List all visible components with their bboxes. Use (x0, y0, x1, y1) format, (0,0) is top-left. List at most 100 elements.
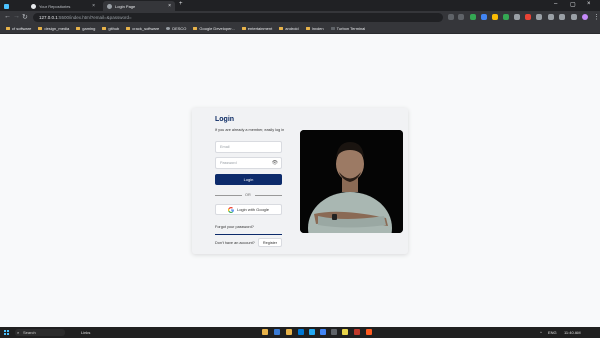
folder-icon (126, 27, 131, 30)
forgot-password-link[interactable]: Forgot your password? (215, 225, 254, 229)
google-login-label: Login with Google (236, 207, 270, 212)
vscode-icon[interactable] (309, 329, 315, 335)
address-path: :5500/index.html?email=&password= (57, 15, 132, 20)
terminal-icon (330, 27, 335, 30)
taskbar-widget-label[interactable]: Links (81, 330, 90, 335)
password-field[interactable]: Password 👁 (215, 157, 282, 169)
menu-icon[interactable]: ⋮ (593, 13, 600, 21)
start-button[interactable] (4, 330, 9, 335)
profile-photo (300, 130, 403, 233)
login-card: Login If you are already a member, easil… (192, 108, 408, 254)
register-button[interactable]: Register (258, 238, 282, 247)
folder-icon (241, 27, 246, 30)
tray-chevron-icon[interactable]: ^ (540, 330, 542, 335)
back-icon[interactable]: ← (4, 13, 11, 20)
app-icon (4, 3, 9, 9)
or-divider: OR (215, 193, 282, 197)
bookmark-item[interactable]: Turbon Terminal (330, 26, 365, 31)
minimize-icon[interactable]: – (554, 1, 557, 7)
brave-icon[interactable] (366, 329, 372, 335)
window-close-icon[interactable]: × (587, 1, 591, 7)
divider-line (255, 195, 282, 196)
taskbar-search-placeholder: Search (23, 330, 36, 335)
bookmark-item[interactable]: android (279, 26, 299, 31)
windows-taskbar: ⌕ Search Links ^ ENG 11:40 AM (0, 327, 600, 338)
file-explorer-icon[interactable] (262, 329, 268, 335)
extension-icon[interactable] (481, 14, 487, 20)
address-host: 127.0.0.1 (39, 15, 58, 20)
tab-repositories[interactable]: Your Repositories × (27, 1, 99, 11)
extension-icon[interactable] (536, 14, 542, 20)
forward-icon[interactable]: → (13, 13, 20, 20)
bookmark-item[interactable]: gaming (76, 26, 95, 31)
folder-icon[interactable] (286, 329, 292, 335)
login-button[interactable]: Login (215, 174, 282, 185)
bookmark-item[interactable]: DESCO (166, 26, 186, 31)
search-icon: ⌕ (17, 330, 20, 335)
globe-icon (166, 27, 171, 30)
tab-title: Login Page (115, 3, 136, 9)
bookmarks-bar: cf software design_media gaming github c… (0, 24, 600, 34)
folder-icon (193, 27, 198, 30)
taskbar-search[interactable]: ⌕ Search (15, 329, 65, 336)
google-login-button[interactable]: Login with Google (215, 204, 282, 215)
app-icon[interactable] (342, 329, 348, 335)
language-indicator[interactable]: ENG (548, 330, 557, 335)
bookmark-item[interactable]: github (102, 26, 119, 31)
login-subtitle: If you are already a member, easily log … (215, 128, 285, 132)
bookmark-item[interactable]: Google Developer... (193, 26, 235, 31)
app-icon[interactable] (298, 329, 304, 335)
extension-icon[interactable] (525, 14, 531, 20)
globe-icon (107, 3, 112, 9)
bookmark-item[interactable]: Inxden (305, 26, 324, 31)
eye-icon[interactable]: 👁 (272, 158, 278, 169)
folder-icon (6, 27, 10, 30)
page-title: Login (215, 116, 235, 123)
extension-icon[interactable] (470, 14, 476, 20)
maximize-icon[interactable]: ▢ (570, 1, 576, 8)
tab-login-page[interactable]: Login Page × (103, 1, 175, 11)
divider-line (215, 195, 242, 196)
close-icon[interactable]: × (92, 3, 95, 9)
folder-icon (102, 27, 107, 30)
share-icon[interactable] (448, 14, 454, 20)
app-icon[interactable] (331, 329, 337, 335)
address-bar[interactable]: 127.0.0.1:5500/index.html?email=&passwor… (33, 13, 443, 22)
or-label: OR (245, 193, 251, 197)
star-icon[interactable] (458, 14, 464, 20)
forgot-underline (215, 234, 282, 235)
extensions-puzzle-icon[interactable] (548, 14, 554, 20)
tab-pinned[interactable] (0, 1, 12, 11)
github-icon (31, 3, 36, 9)
email-field[interactable]: Email (215, 141, 282, 153)
reload-icon[interactable]: ↻ (22, 13, 28, 21)
folder-icon (279, 27, 284, 30)
browser-tab-bar: Your Repositories × Login Page × + – ▢ × (0, 0, 600, 11)
clock[interactable]: 11:40 AM (564, 330, 581, 335)
avatar[interactable] (582, 14, 588, 20)
bookmark-item[interactable]: cf software (6, 26, 31, 31)
extension-icon[interactable] (492, 14, 498, 20)
close-icon[interactable]: × (168, 3, 171, 9)
bookmark-item[interactable]: entertainment (241, 26, 272, 31)
email-placeholder: Email (220, 145, 230, 149)
app-icon[interactable] (274, 329, 280, 335)
new-tab-button[interactable]: + (179, 1, 183, 7)
password-placeholder: Password (220, 161, 237, 165)
chrome-icon[interactable] (320, 329, 326, 335)
extension-icon[interactable] (514, 14, 520, 20)
sidepanel-icon[interactable] (571, 14, 577, 20)
bookmark-item[interactable]: design_media (38, 26, 69, 31)
person-illustration (300, 130, 403, 233)
bookmark-item[interactable]: crack_software (126, 26, 159, 31)
no-account-text: Don't have an account? (215, 241, 255, 245)
browser-toolbar: ← → ↻ 127.0.0.1:5500/index.html?email=&p… (0, 11, 600, 24)
folder-icon (38, 27, 43, 30)
google-icon (227, 206, 234, 213)
tab-title: Your Repositories (39, 3, 71, 9)
folder-icon (76, 27, 81, 30)
app-icon[interactable] (354, 329, 360, 335)
downloads-icon[interactable] (559, 14, 565, 20)
extension-icon[interactable] (503, 14, 509, 20)
folder-icon (305, 27, 310, 30)
